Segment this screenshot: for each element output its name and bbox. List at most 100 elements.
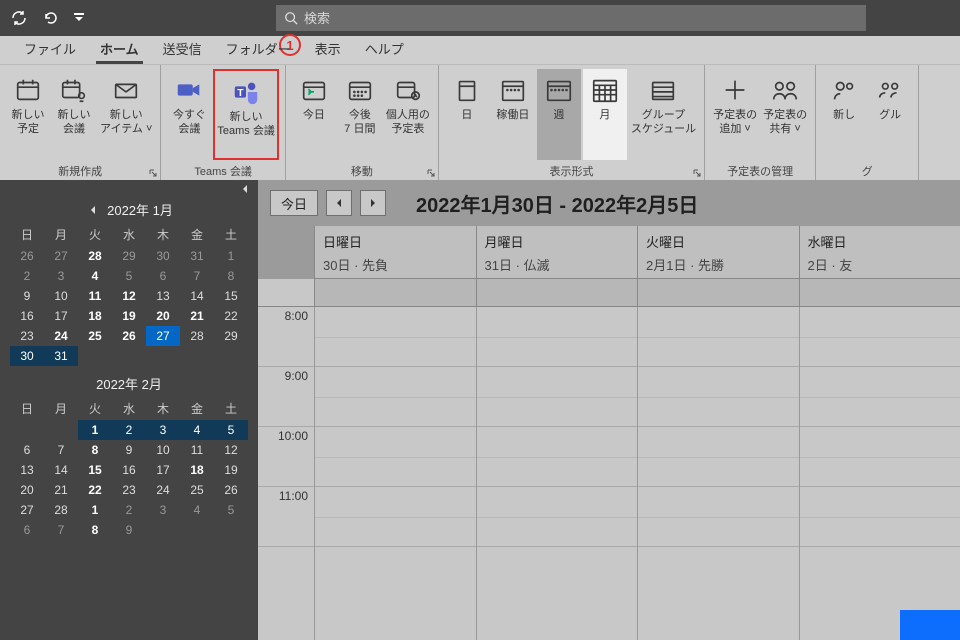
mini-cal-day[interactable]: 4	[180, 500, 214, 520]
mini-cal-day[interactable]: 19	[112, 306, 146, 326]
mini-cal-day[interactable]: 24	[146, 480, 180, 500]
mini-cal-day[interactable]: 1	[78, 500, 112, 520]
mini-cal-day[interactable]: 7	[44, 520, 78, 540]
time-slot[interactable]	[315, 427, 476, 487]
mini-cal-day[interactable]: 22	[78, 480, 112, 500]
day-column-0[interactable]	[314, 307, 476, 640]
mini-cal-day[interactable]: 11	[180, 440, 214, 460]
day-header-2[interactable]: 火曜日2月1日 · 先勝	[637, 226, 799, 278]
mini-cal-day[interactable]: 28	[78, 246, 112, 266]
mini-cal-day[interactable]: 18	[78, 306, 112, 326]
mini-cal-day[interactable]: 26	[10, 246, 44, 266]
time-slot[interactable]	[477, 307, 638, 367]
collapse-sidebar[interactable]	[0, 180, 258, 198]
mini-cal-day[interactable]: 23	[10, 326, 44, 346]
mini-cal-day[interactable]: 27	[146, 326, 180, 346]
day-column-3[interactable]	[799, 307, 960, 640]
mini-cal-day[interactable]: 10	[146, 440, 180, 460]
mini-cal-day[interactable]: 24	[44, 326, 78, 346]
mini-cal-day[interactable]: 13	[146, 286, 180, 306]
grid-columns[interactable]	[314, 307, 960, 640]
mini-cal-day[interactable]: 7	[180, 266, 214, 286]
time-slot[interactable]	[638, 427, 799, 487]
time-slot[interactable]	[800, 367, 960, 427]
mini-cal-day[interactable]	[146, 520, 180, 540]
today-button[interactable]: 今日	[270, 190, 318, 216]
next-7-days[interactable]: 今後7 日間	[338, 69, 382, 160]
time-slot[interactable]	[477, 427, 638, 487]
mini-cal-day[interactable]: 12	[214, 440, 248, 460]
mini-cal-day[interactable]: 31	[44, 346, 78, 366]
mini-cal-day[interactable]: 5	[112, 266, 146, 286]
mini-cal-day[interactable]: 28	[180, 326, 214, 346]
view-workweek[interactable]: 稼働日	[491, 69, 535, 160]
mini-cal-day[interactable]: 13	[10, 460, 44, 480]
mini-cal-day[interactable]: 6	[146, 266, 180, 286]
mini-cal-day[interactable]: 12	[112, 286, 146, 306]
mini-cal-day[interactable]	[44, 420, 78, 440]
mini-cal-day[interactable]: 9	[112, 440, 146, 460]
group-schedule[interactable]: グループスケジュール	[629, 69, 698, 160]
mini-cal-day[interactable]: 27	[10, 500, 44, 520]
mini-cal-day[interactable]: 20	[146, 306, 180, 326]
mini-cal-day[interactable]: 26	[112, 326, 146, 346]
menu-tab-0[interactable]: ファイル	[14, 35, 86, 64]
mini-cal-day[interactable]: 29	[112, 246, 146, 266]
new-group[interactable]: 新し	[822, 69, 866, 160]
mini-cal-day[interactable]: 23	[112, 480, 146, 500]
search-input[interactable]	[304, 11, 858, 26]
undo-icon[interactable]	[40, 7, 62, 29]
mini-cal-day[interactable]: 25	[180, 480, 214, 500]
mini-cal-day[interactable]: 15	[78, 460, 112, 480]
mini-cal-day[interactable]: 3	[146, 500, 180, 520]
dialog-launcher-icon[interactable]	[148, 168, 158, 178]
mini-cal-day[interactable]: 6	[10, 440, 44, 460]
mini-cal-day[interactable]: 28	[44, 500, 78, 520]
mini-cal-day[interactable]: 2	[112, 500, 146, 520]
mini-cal-day[interactable]: 7	[44, 440, 78, 460]
allday-cell[interactable]	[314, 279, 476, 306]
allday-cell[interactable]	[799, 279, 960, 306]
mini-cal-day[interactable]: 16	[10, 306, 44, 326]
mini-cal-day[interactable]: 10	[44, 286, 78, 306]
share-calendar[interactable]: 予定表の共有 ˅	[761, 69, 809, 160]
mini-cal-day[interactable]: 14	[180, 286, 214, 306]
view-week[interactable]: 週	[537, 69, 581, 160]
allday-cell[interactable]	[476, 279, 638, 306]
mini-cal-day[interactable]: 11	[78, 286, 112, 306]
mini-cal-day[interactable]: 6	[10, 520, 44, 540]
qat-customize-icon[interactable]	[72, 7, 86, 29]
mini-cal-day[interactable]: 3	[44, 266, 78, 286]
mini-cal-day[interactable]: 15	[214, 286, 248, 306]
mini-cal-day[interactable]: 30	[10, 346, 44, 366]
mini-cal-day[interactable]: 5	[214, 420, 248, 440]
day-header-3[interactable]: 水曜日2日 · 友	[799, 226, 960, 278]
new-items[interactable]: 新しいアイテム ˅	[98, 69, 154, 160]
mini-cal-day[interactable]: 29	[214, 326, 248, 346]
mini-cal-day[interactable]: 21	[180, 306, 214, 326]
mini-cal-day[interactable]: 5	[214, 500, 248, 520]
menu-tab-4[interactable]: 表示	[305, 35, 351, 64]
mini-cal-day[interactable]: 4	[180, 420, 214, 440]
mini-cal-day[interactable]: 2	[10, 266, 44, 286]
allday-cell[interactable]	[637, 279, 799, 306]
day-header-0[interactable]: 日曜日30日 · 先負	[314, 226, 476, 278]
new-teams-meeting[interactable]: T新しいTeams 会議	[213, 69, 278, 160]
time-slot[interactable]	[800, 427, 960, 487]
mini-cal-day[interactable]: 3	[146, 420, 180, 440]
search-box[interactable]	[276, 5, 866, 31]
mini-cal-day[interactable]: 2	[112, 420, 146, 440]
time-slot[interactable]	[477, 367, 638, 427]
personal-calendar[interactable]: 個人用の予定表	[384, 69, 432, 160]
dialog-launcher-icon[interactable]	[692, 168, 702, 178]
calendar-event[interactable]	[900, 610, 960, 640]
time-slot[interactable]	[638, 367, 799, 427]
new-appointment[interactable]: 新しい予定	[6, 69, 50, 160]
time-slot[interactable]	[800, 487, 960, 547]
mini-cal-day[interactable]: 9	[112, 520, 146, 540]
day-header-1[interactable]: 月曜日31日 · 仏滅	[476, 226, 638, 278]
mini-cal-day[interactable]: 1	[78, 420, 112, 440]
mini-cal-day[interactable]: 20	[10, 480, 44, 500]
mini-cal-day[interactable]: 1	[214, 246, 248, 266]
browse-groups[interactable]: グル	[868, 69, 912, 160]
